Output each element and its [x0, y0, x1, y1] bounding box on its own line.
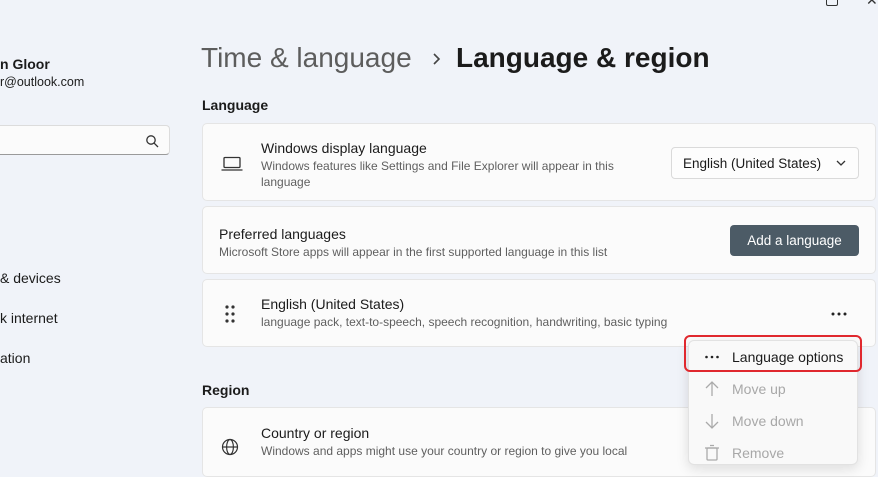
menu-item-label: Move up: [732, 381, 786, 397]
sidebar-item-devices[interactable]: & devices: [0, 270, 61, 286]
user-name: n Gloor: [0, 56, 50, 72]
laptop-icon: [221, 156, 243, 171]
arrow-up-icon: [705, 381, 719, 396]
menu-item-move-down[interactable]: Move down: [689, 405, 857, 437]
country-region-title: Country or region: [261, 425, 370, 441]
trash-icon: [705, 444, 719, 461]
menu-item-move-up[interactable]: Move up: [689, 373, 857, 405]
more-options-icon[interactable]: [828, 304, 850, 324]
search-icon[interactable]: [145, 134, 159, 148]
menu-item-label: Remove: [732, 445, 785, 461]
chevron-right-icon: [433, 53, 441, 65]
highlight-box: [684, 335, 862, 372]
sidebar-item-personalization[interactable]: ation: [0, 350, 30, 366]
user-email: r@outlook.com: [0, 75, 85, 89]
menu-item-label: Move down: [732, 413, 804, 429]
sidebar-item-network[interactable]: k internet: [0, 310, 58, 326]
search-input[interactable]: [0, 130, 143, 152]
preferred-languages-description: Microsoft Store apps will appear in the …: [219, 245, 608, 259]
display-language-description: Windows features like Settings and File …: [261, 159, 614, 189]
preferred-languages-title: Preferred languages: [219, 226, 346, 242]
chevron-down-icon: [836, 160, 846, 166]
maximize-icon[interactable]: [826, 0, 838, 6]
display-language-card: Windows display language Windows feature…: [202, 123, 876, 201]
language-entry-description: language pack, text-to-speech, speech re…: [261, 315, 668, 329]
section-label-region: Region: [202, 382, 250, 398]
close-icon[interactable]: ✕: [866, 0, 878, 9]
search-box[interactable]: [0, 125, 170, 155]
arrow-down-icon: [705, 414, 719, 429]
preferred-languages-card: Preferred languages Microsoft Store apps…: [202, 206, 876, 274]
section-label-language: Language: [202, 97, 269, 113]
drag-handle-icon[interactable]: [224, 304, 236, 324]
display-language-selected: English (United States): [683, 156, 822, 171]
language-entry-title: English (United States): [261, 296, 405, 312]
menu-item-remove[interactable]: Remove: [689, 437, 857, 469]
globe-icon: [221, 438, 239, 456]
country-region-description: Windows and apps might use your country …: [261, 444, 628, 458]
display-language-title: Windows display language: [261, 140, 427, 156]
page-title: Language & region: [456, 42, 710, 73]
add-language-button[interactable]: Add a language: [730, 225, 859, 256]
breadcrumb-parent[interactable]: Time & language: [201, 42, 412, 74]
display-language-dropdown[interactable]: English (United States): [671, 147, 859, 179]
